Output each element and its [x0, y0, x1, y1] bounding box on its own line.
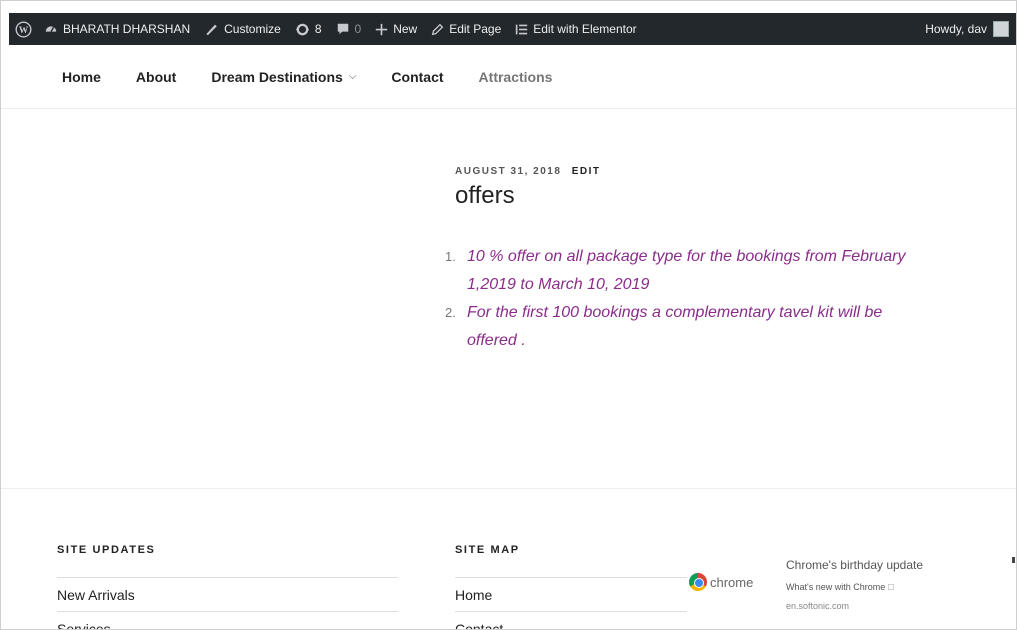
customize-link[interactable]: Customize	[197, 13, 288, 45]
footer-link-label: Services	[57, 620, 111, 630]
wordpress-logo-button[interactable]: W	[9, 13, 37, 45]
footer-link-label: New Arrivals	[57, 586, 135, 603]
site-updates-list: New Arrivals Services	[57, 577, 398, 630]
post-date[interactable]: AUGUST 31, 2018	[455, 166, 561, 177]
site-name: BHARATH DHARSHAN	[63, 22, 191, 36]
list-item: 1. 10 % offer on all package type for th…	[445, 243, 985, 271]
list-item[interactable]: Contact	[455, 611, 687, 630]
wordpress-icon: W	[15, 21, 32, 38]
list-number: 2.	[445, 305, 456, 320]
footer-link-label: Contact	[455, 620, 504, 630]
nav-item-about[interactable]: About	[136, 69, 176, 85]
list-item[interactable]: New Arrivals	[57, 577, 398, 611]
list-item[interactable]: Home	[455, 577, 687, 611]
widget-title-site-map: SITE MAP	[455, 544, 520, 556]
chrome-logo-icon[interactable]	[689, 573, 707, 591]
nav-item-home[interactable]: Home	[62, 69, 101, 85]
list-item: 2. For the first 100 bookings a compleme…	[445, 299, 985, 327]
list-indent	[445, 327, 467, 355]
pencil-icon	[431, 23, 444, 36]
list-item-continuation: offered .	[445, 327, 985, 355]
wp-admin-bar: W BHARATH DHARSHAN Customize 8 0 New Edi…	[9, 13, 1016, 45]
nav-item-contact[interactable]: Contact	[391, 69, 443, 85]
chevron-down-icon: ⌵	[348, 71, 357, 82]
nav-label-contact: Contact	[391, 68, 444, 85]
elementor-icon	[515, 23, 528, 36]
nav-label-about: About	[135, 68, 177, 85]
elementor-link[interactable]: Edit with Elementor	[508, 13, 643, 45]
svg-text:W: W	[19, 25, 29, 35]
edit-link[interactable]: EDIT	[572, 166, 601, 177]
offer-text-line: offered .	[467, 332, 526, 349]
offer-list: 1. 10 % offer on all package type for th…	[445, 243, 985, 355]
widget-title-site-updates: SITE UPDATES	[57, 544, 156, 556]
page-title: offers	[455, 182, 515, 209]
nav-label-attractions: Attractions	[478, 68, 553, 85]
list-indent	[445, 271, 467, 299]
list-number: 1.	[445, 249, 456, 264]
footer-divider	[1, 488, 1016, 489]
comments-link[interactable]: 0	[329, 13, 369, 45]
new-content-link[interactable]: New	[368, 13, 424, 45]
offer-text-line: 1,2019 to March 10, 2019	[467, 276, 650, 293]
brush-icon	[204, 22, 219, 36]
site-map-list: Home Contact	[455, 577, 687, 630]
post-meta: AUGUST 31, 2018 EDIT	[455, 166, 601, 177]
plus-icon	[375, 23, 388, 36]
updates-icon	[295, 22, 310, 37]
list-item-continuation: 1,2019 to March 10, 2019	[445, 271, 985, 299]
customize-label: Customize	[224, 22, 281, 36]
edit-page-label: Edit Page	[449, 22, 502, 36]
ad-title[interactable]: Chrome's birthday update	[786, 558, 923, 572]
comment-icon	[336, 22, 350, 36]
account-menu[interactable]: Howdy, dav	[918, 13, 1016, 45]
elementor-label: Edit with Elementor	[533, 22, 637, 36]
dashboard-icon	[44, 22, 58, 36]
updates-count: 8	[314, 22, 322, 36]
howdy-label: Howdy, dav	[925, 22, 987, 36]
new-label: New	[393, 22, 418, 36]
nav-item-dream-destinations[interactable]: Dream Destinations ⌵	[211, 69, 356, 85]
list-item[interactable]: Services	[57, 611, 398, 630]
ad-url[interactable]: en.softonic.com	[786, 601, 849, 611]
nav-item-attractions[interactable]: Attractions	[479, 69, 553, 85]
site-name-link[interactable]: BHARATH DHARSHAN	[37, 13, 197, 45]
nav-label-dream-destinations: Dream Destinations	[211, 68, 343, 85]
nav-label-home: Home	[62, 68, 101, 85]
main-navigation: Home About Dream Destinations ⌵ Contact …	[1, 45, 1016, 109]
ad-brand[interactable]: chrome	[710, 575, 753, 590]
browser-viewport: W BHARATH DHARSHAN Customize 8 0 New Edi…	[0, 0, 1017, 630]
offer-text-line: 10 % offer on all package type for the b…	[467, 248, 906, 265]
scroll-indicator	[1012, 557, 1015, 563]
offer-text-line: For the first 100 bookings a complementa…	[467, 304, 883, 321]
comments-count: 0	[354, 22, 362, 36]
edit-page-link[interactable]: Edit Page	[424, 13, 508, 45]
avatar	[993, 21, 1009, 37]
updates-link[interactable]: 8	[288, 13, 329, 45]
footer-link-label: Home	[455, 586, 493, 603]
ad-subtitle[interactable]: What's new with Chrome 🗆	[786, 580, 894, 596]
